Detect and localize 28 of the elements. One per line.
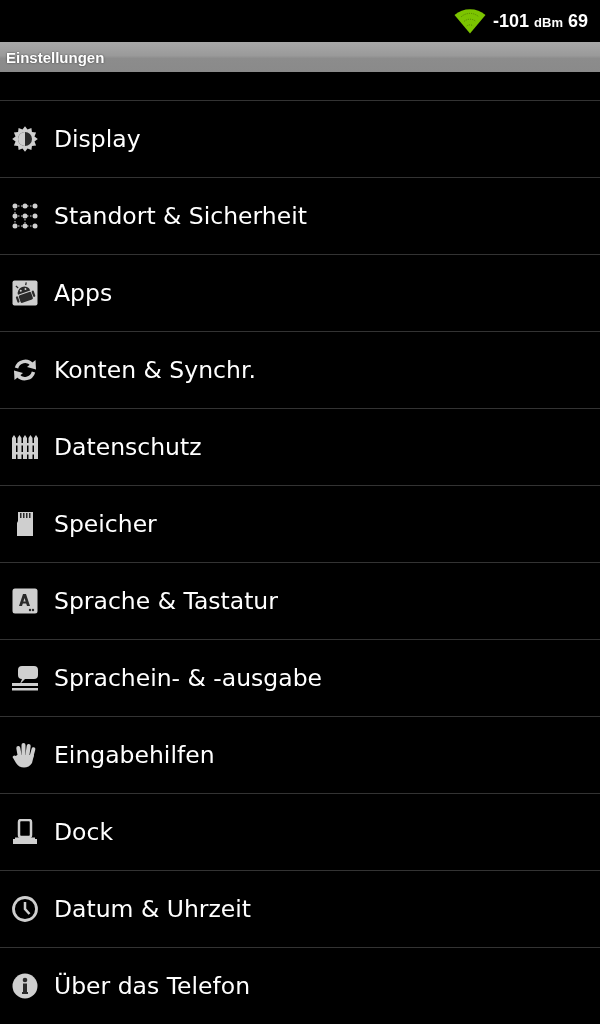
settings-item[interactable]: Konten & Synchr. <box>0 331 600 408</box>
signal-unit-text: dBm <box>534 14 563 29</box>
settings-item[interactable]: Standort & Sicherheit <box>0 177 600 254</box>
hand-icon <box>12 742 38 768</box>
settings-item[interactable]: Apps <box>0 254 600 331</box>
settings-item[interactable]: Datum & Uhrzeit <box>0 870 600 947</box>
info-icon <box>12 973 38 999</box>
status-value-text: 69 <box>567 12 588 30</box>
clock-icon <box>12 896 38 922</box>
signal-strength-text: -101 <box>493 12 530 30</box>
fence-icon <box>12 434 38 460</box>
phone-dock-icon <box>12 819 38 845</box>
screen-title: Einstellungen <box>6 48 105 66</box>
settings-item[interactable]: Über das Telefon <box>0 947 600 1024</box>
sync-icon <box>12 357 38 383</box>
sun-icon <box>12 126 38 152</box>
dot-grid-icon <box>12 203 38 229</box>
settings-item[interactable]: Eingabehilfen <box>0 716 600 793</box>
settings-item[interactable]: Dock <box>0 793 600 870</box>
robot-icon <box>12 280 38 306</box>
speech-bubble-icon <box>12 665 38 691</box>
settings-item[interactable]: Display <box>0 100 600 177</box>
wifi-signal-icon <box>454 8 487 34</box>
keyboard-key-icon <box>12 588 38 614</box>
settings-item[interactable]: Sprachein- & -ausgabe <box>0 639 600 716</box>
settings-item[interactable]: Datenschutz <box>0 408 600 485</box>
settings-item[interactable]: Speicher <box>0 485 600 562</box>
settings-item[interactable]: Sprache & Tastatur <box>0 562 600 639</box>
